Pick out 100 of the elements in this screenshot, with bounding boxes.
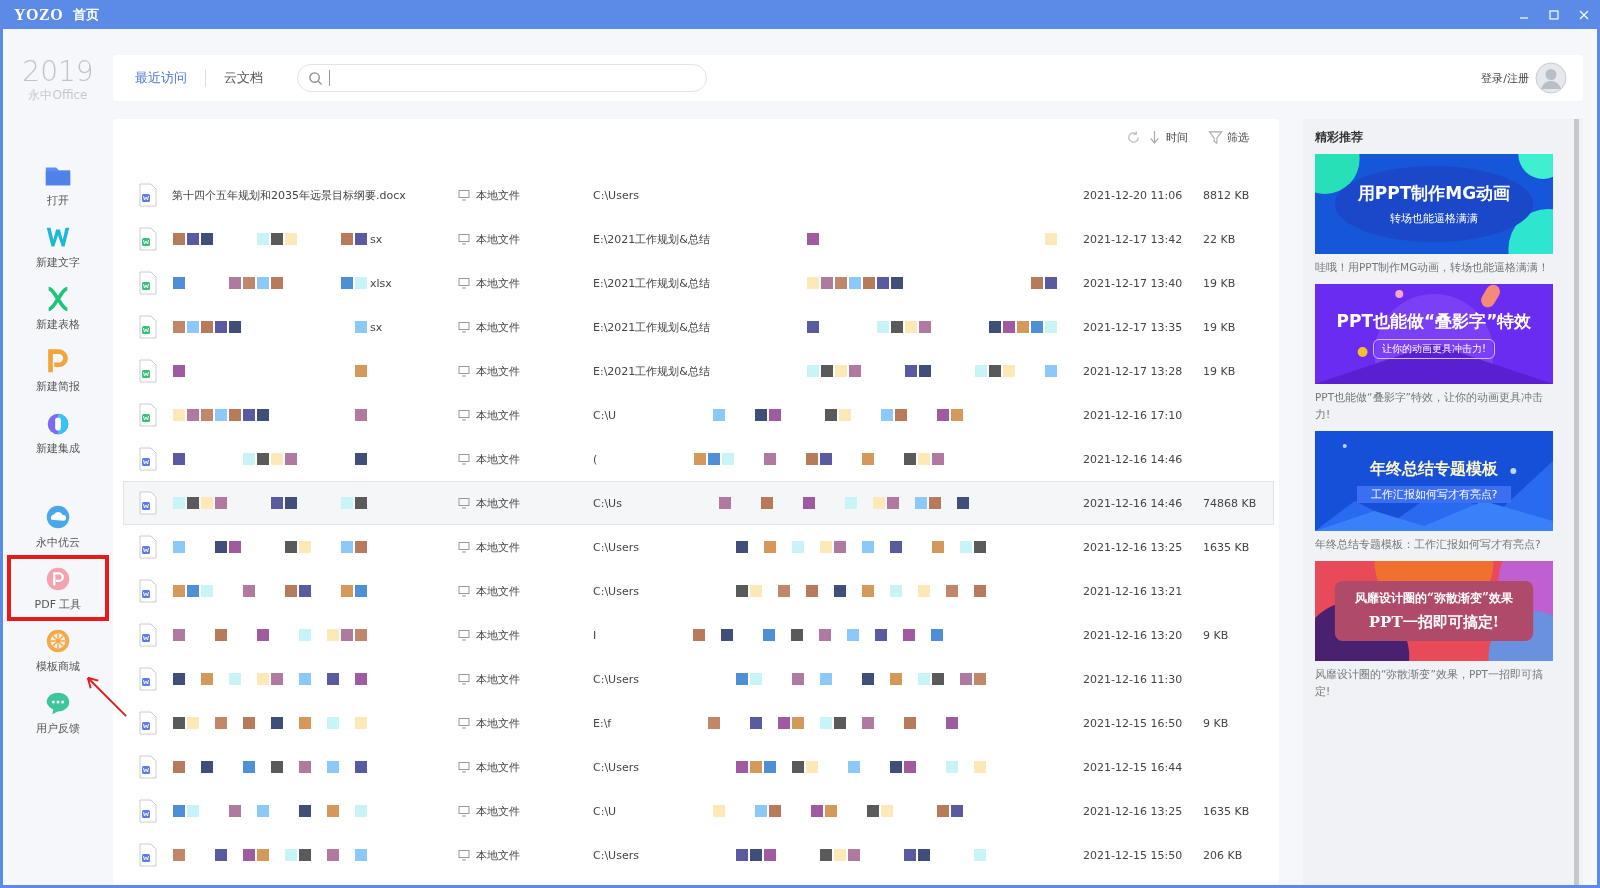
document-icon — [138, 535, 158, 559]
avatar-icon[interactable] — [1535, 62, 1567, 94]
monitor-icon — [458, 585, 470, 597]
file-row[interactable]: 本地文件 C:\Users 2021-12-15 16:44 — [123, 745, 1274, 789]
file-row[interactable]: 本地文件 C:\U 2021-12-16 17:10 — [123, 393, 1274, 437]
file-location-type: 本地文件 — [476, 363, 520, 379]
monitor-icon — [458, 761, 470, 773]
file-location-type: 本地文件 — [476, 451, 520, 467]
file-row[interactable]: 本地文件 C:\Users 2021-12-16 13:25 1635 KB — [123, 525, 1274, 569]
file-path: E:\2021工作规划&总结 — [593, 275, 710, 291]
app-logo: YOZO — [14, 5, 64, 24]
promo-banner[interactable]: 用PPT制作MG动画 转场也能逼格满满 — [1315, 154, 1553, 254]
sidebar-label: 新建集成 — [36, 441, 80, 456]
tab[interactable]: 最近访问 — [133, 65, 189, 91]
sidebar-item[interactable]: 永中优云 — [11, 499, 105, 553]
file-location-type: 本地文件 — [476, 671, 520, 687]
sidebar-item[interactable]: 打开 — [11, 157, 105, 211]
file-size: 206 KB — [1203, 848, 1243, 862]
file-date: 2021-12-17 13:35 — [1083, 320, 1184, 334]
document-icon — [138, 271, 158, 295]
monitor-icon — [458, 629, 470, 641]
document-icon — [138, 227, 158, 251]
file-row[interactable]: 本地文件 C:\Us 2021-12-16 14:46 74868 KB — [123, 481, 1274, 525]
file-row[interactable]: 本地文件 ( 2021-12-16 14:46 — [123, 437, 1274, 481]
monitor-icon — [458, 805, 470, 817]
sidebar-label: 用户反馈 — [36, 721, 80, 736]
file-date: 2021-12-16 17:10 — [1083, 408, 1184, 422]
file-size: 22 KB — [1203, 232, 1236, 246]
file-row[interactable]: sx 本地文件 E:\2021工作规划&总结 2021-12-17 13:35 19 KB — [123, 305, 1274, 349]
search-icon — [308, 70, 323, 86]
file-path: C:\Users — [593, 188, 639, 202]
sidebar-item[interactable]: PDF 工具 — [11, 561, 105, 615]
file-location-type: 本地文件 — [476, 803, 520, 819]
sidebar-item[interactable]: 新建文字 — [11, 219, 105, 273]
sidebar-item[interactable]: 新建集成 — [11, 405, 105, 459]
file-location-type: 本地文件 — [476, 231, 520, 247]
file-row[interactable]: 本地文件 I 2021-12-16 13:20 9 KB — [123, 613, 1274, 657]
file-location-type: 本地文件 — [476, 407, 520, 423]
file-path: C:\Users — [593, 672, 639, 686]
file-name: 第十四个五年规划和2035年远景目标纲要.docx — [172, 187, 406, 203]
file-path: C:\Us — [593, 496, 622, 510]
file-path: C:\Users — [593, 760, 639, 774]
file-date: 2021-12-20 11:06 — [1083, 188, 1184, 202]
sort-by-time-button[interactable]: 时间 — [1166, 129, 1188, 145]
file-path: C:\Users — [593, 848, 639, 862]
promo-banner[interactable]: 风靡设计圈的“弥散渐变”效果 PPT一招即可搞定! — [1315, 561, 1553, 661]
promo-banner[interactable]: 年终总结专题模板 工作汇报如何写才有亮点? — [1315, 431, 1553, 531]
sidebar-item[interactable]: 模板商城 — [11, 623, 105, 677]
file-path: C:\U — [593, 804, 617, 818]
banner-headline: 年终总结专题模板 — [1370, 459, 1498, 480]
file-date: 2021-12-15 16:44 — [1083, 760, 1184, 774]
file-path: I — [593, 628, 597, 642]
monitor-icon — [458, 717, 470, 729]
file-size: 74868 KB — [1203, 496, 1257, 510]
file-name: sx — [370, 232, 383, 246]
sidebar-item[interactable]: 新建表格 — [11, 281, 105, 335]
file-location-type: 本地文件 — [476, 539, 520, 555]
file-location-type: 本地文件 — [476, 715, 520, 731]
sidebar-label: 新建表格 — [36, 317, 80, 332]
window-title: 首页 — [73, 5, 100, 24]
sidebar-label: PDF 工具 — [34, 597, 82, 612]
file-row[interactable]: 第十四个五年规划和2035年远景目标纲要.docx 本地文件 C:\Users 2021-12-20 11:06 8812 KB — [123, 173, 1274, 217]
file-path: C:\Users — [593, 540, 639, 554]
document-icon — [138, 799, 158, 823]
file-row[interactable]: 本地文件 E:\f 2021-12-15 16:50 9 KB — [123, 701, 1274, 745]
promo-banner[interactable]: PPT也能做“叠影字”特效 让你的动画更具冲击力! — [1315, 284, 1553, 384]
document-icon — [138, 359, 158, 383]
scroll-bar[interactable] — [1574, 119, 1579, 885]
sidebar-item[interactable]: 用户反馈 — [11, 685, 105, 739]
file-date: 2021-12-16 13:25 — [1083, 540, 1184, 554]
maximize-icon[interactable] — [1548, 8, 1560, 21]
file-date: 2021-12-15 16:50 — [1083, 716, 1184, 730]
file-row[interactable]: 本地文件 C:\U 2021-12-16 13:25 1635 KB — [123, 789, 1274, 833]
file-date: 2021-12-16 13:25 — [1083, 804, 1184, 818]
file-date: 2021-12-17 13:28 — [1083, 364, 1184, 378]
file-size: 1635 KB — [1203, 804, 1250, 818]
sidebar-label: 新建简报 — [36, 379, 80, 394]
banner-subline: PPT一招即可搞定! — [1368, 613, 1500, 632]
document-icon — [138, 403, 158, 427]
document-icon — [138, 711, 158, 735]
file-size: 19 KB — [1203, 320, 1236, 334]
login-link[interactable]: 登录/注册 — [1481, 70, 1529, 86]
file-date: 2021-12-16 13:21 — [1083, 584, 1184, 598]
file-name: xlsx — [370, 276, 392, 290]
file-row[interactable]: sx 本地文件 E:\2021工作规划&总结 2021-12-17 13:42 22 KB — [123, 217, 1274, 261]
document-icon — [138, 755, 158, 779]
refresh-icon[interactable] — [1126, 129, 1141, 145]
close-icon[interactable] — [1578, 8, 1590, 21]
filter-button[interactable]: 筛选 — [1227, 129, 1249, 145]
file-row[interactable]: 本地文件 C:\Users 2021-12-16 11:30 — [123, 657, 1274, 701]
file-row[interactable]: 本地文件 C:\Users 2021-12-15 15:50 206 KB — [123, 833, 1274, 877]
sidebar-item[interactable]: 新建简报 — [11, 343, 105, 397]
file-row[interactable]: 本地文件 C:\Users 2021-12-16 13:21 — [123, 569, 1274, 613]
filter-icon[interactable] — [1208, 129, 1223, 145]
file-row[interactable]: 本地文件 E:\2021工作规划&总结 2021-12-17 13:28 19 KB — [123, 349, 1274, 393]
tab[interactable]: 云文档 — [222, 65, 265, 91]
file-date: 2021-12-15 15:50 — [1083, 848, 1184, 862]
file-row[interactable]: xlsx 本地文件 E:\2021工作规划&总结 2021-12-17 13:40 19 KB — [123, 261, 1274, 305]
file-size: 1635 KB — [1203, 540, 1250, 554]
banner-subline: 工作汇报如何写才有亮点? — [1356, 486, 1512, 503]
